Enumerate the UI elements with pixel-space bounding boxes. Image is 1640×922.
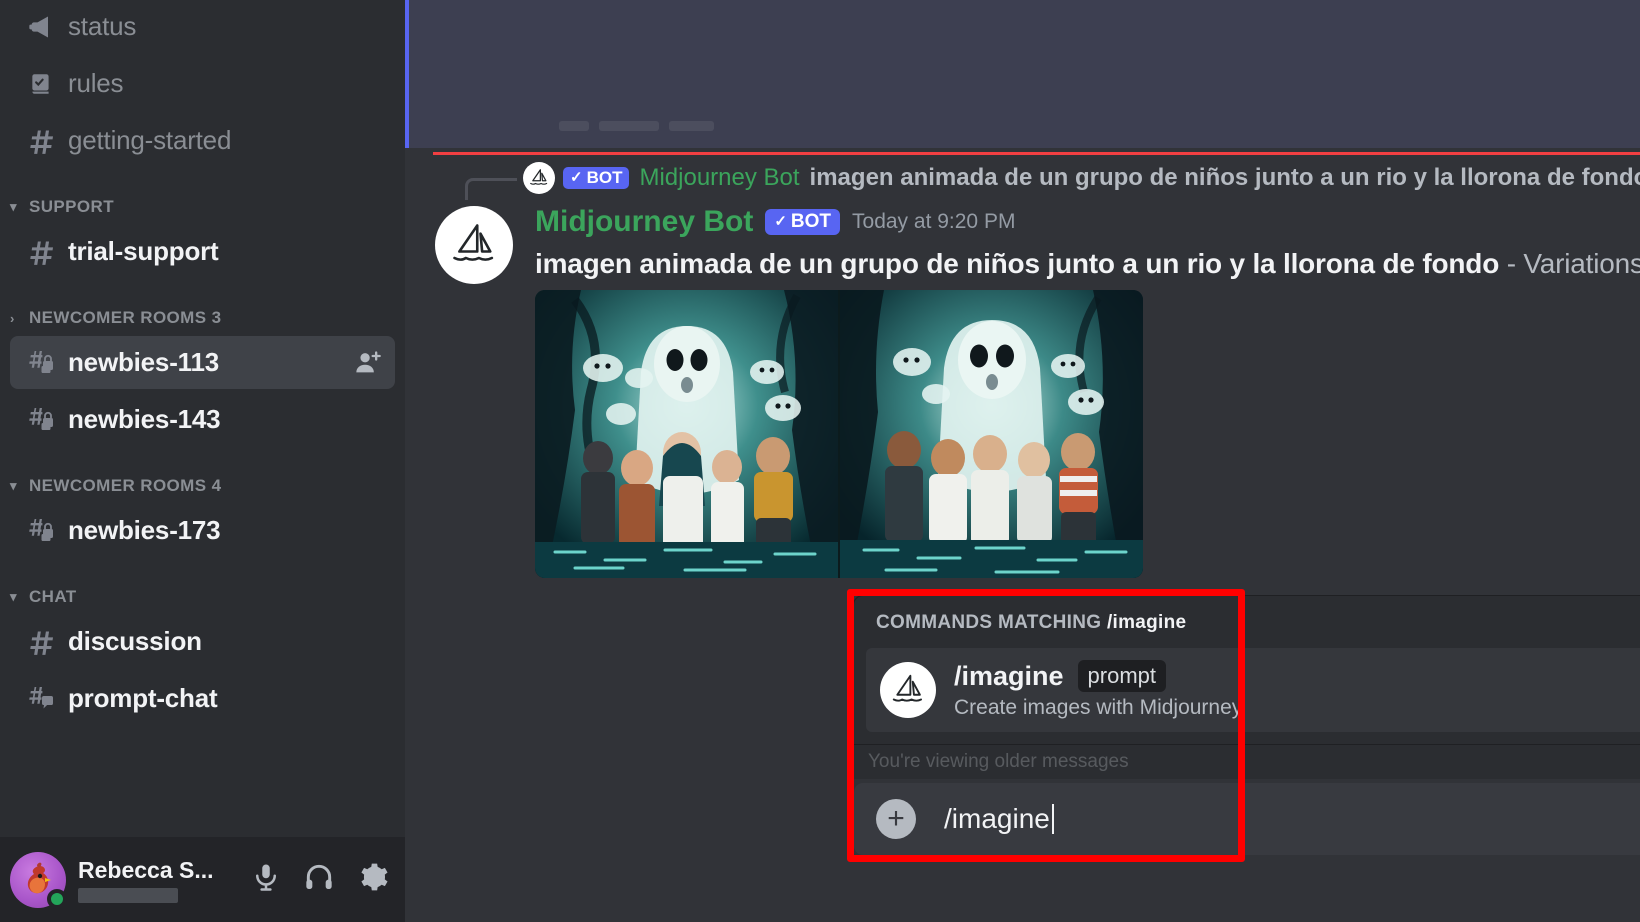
hash-icon: [24, 238, 58, 266]
hash-thread-icon: [24, 685, 58, 713]
username: Rebecca S...: [78, 856, 214, 883]
reply-author[interactable]: Midjourney Bot: [639, 164, 799, 192]
bot-badge: ✓ BOT: [765, 208, 841, 236]
rules-book-icon: [24, 71, 58, 97]
sidebar-item-newbies-143[interactable]: newbies-143: [10, 393, 395, 446]
sidebar-item-label: trial-support: [68, 236, 219, 266]
sidebar-item-label: newbies-113: [68, 347, 219, 377]
midjourney-sailboat-icon: [523, 162, 555, 194]
mention-highlight-message[interactable]: [405, 0, 1640, 148]
add-member-icon[interactable]: [353, 349, 383, 377]
chevron-down-icon: ▾: [10, 478, 17, 493]
sidebar-item-getting-started[interactable]: getting-started: [10, 114, 395, 167]
chat-area: ✓ BOT Midjourney Bot imagen animada de u…: [405, 0, 1640, 922]
category-label: NEWCOMER ROOMS 4: [29, 476, 222, 495]
viewing-older-messages-bar[interactable]: You're viewing older messages: [854, 745, 1640, 779]
microphone-icon[interactable]: [251, 862, 281, 897]
sidebar-item-newbies-173[interactable]: newbies-173: [10, 504, 395, 557]
sidebar-item-newbies-113[interactable]: newbies-113: [10, 336, 395, 389]
message-author[interactable]: Midjourney Bot: [535, 205, 753, 239]
message-input[interactable]: /imagine: [944, 803, 1054, 835]
message-input-value: /imagine: [944, 803, 1050, 834]
message-prompt: imagen animada de un grupo de niños junt…: [535, 248, 1500, 279]
sidebar-item-discussion[interactable]: discussion: [10, 615, 395, 668]
hash-lock-icon: [24, 349, 58, 377]
message-composer[interactable]: + /imagine: [854, 783, 1640, 855]
sidebar-item-label: rules: [68, 68, 124, 98]
sidebar-item-trial-support[interactable]: trial-support: [10, 225, 395, 278]
bot-badge-label: BOT: [790, 210, 832, 232]
category-support[interactable]: ▾ SUPPORT: [0, 171, 405, 225]
sidebar-item-label: newbies-143: [68, 404, 221, 434]
headphones-icon[interactable]: [303, 861, 335, 898]
reply-preview-text: imagen animada de un grupo de niños junt…: [809, 164, 1640, 191]
plus-icon[interactable]: +: [876, 799, 916, 839]
hash-icon: [24, 628, 58, 656]
hash-lock-icon: [24, 517, 58, 545]
new-messages-divider: [433, 152, 1640, 155]
command-description: Create images with Midjourney: [954, 696, 1243, 719]
message-text: imagen animada de un grupo de niños junt…: [535, 248, 1640, 280]
viewing-older-messages-label: You're viewing older messages: [868, 751, 1129, 772]
sidebar-item-prompt-chat[interactable]: prompt-chat: [10, 672, 395, 725]
category-label: CHAT: [29, 587, 77, 606]
verified-check-icon: ✓: [570, 168, 583, 186]
hash-icon: [24, 127, 58, 155]
user-panel: Rebecca S...: [0, 837, 405, 922]
command-popup-header-label: COMMANDS MATCHING: [876, 612, 1102, 633]
channel-sidebar: status rules getting-started ▾ SUPPORT t…: [0, 0, 405, 922]
hash-lock-icon: [24, 406, 58, 434]
avatar[interactable]: [10, 851, 67, 909]
discord-window: status rules getting-started ▾ SUPPORT t…: [0, 0, 1640, 922]
command-autocomplete-popup[interactable]: COMMANDS MATCHING /imagine /imagine prom…: [854, 596, 1640, 744]
status-indicator-online: [47, 888, 67, 909]
category-label: NEWCOMER ROOMS 3: [29, 308, 222, 327]
sidebar-item-rules[interactable]: rules: [10, 57, 395, 110]
user-tag-redacted: [78, 887, 178, 903]
command-popup-query: /imagine: [1106, 612, 1187, 633]
message-attachment-image[interactable]: [535, 290, 1143, 578]
bot-badge: ✓ BOT: [563, 166, 630, 190]
message-group: ✓ BOT Midjourney Bot imagen animada de u…: [405, 158, 1640, 578]
message: Midjourney Bot ✓ BOT Today at 9:20 PM im…: [405, 204, 1640, 578]
sidebar-item-label: discussion: [68, 626, 202, 656]
sidebar-item-label: getting-started: [68, 125, 232, 155]
user-info[interactable]: Rebecca S...: [78, 857, 251, 903]
sidebar-item-label: prompt-chat: [68, 683, 218, 713]
chevron-down-icon: ▾: [10, 589, 17, 604]
text-caret: [1051, 804, 1054, 834]
midjourney-sailboat-icon: [880, 662, 936, 718]
bot-badge-label: BOT: [586, 167, 623, 187]
command-popup-header: COMMANDS MATCHING /imagine: [854, 612, 1640, 648]
category-newcomer-rooms-4[interactable]: ▾ NEWCOMER ROOMS 4: [0, 450, 405, 504]
sidebar-item-label: status: [68, 11, 137, 41]
message-timestamp: Today at 9:20 PM: [852, 210, 1016, 233]
chevron-down-icon: ▾: [10, 199, 17, 214]
verified-check-icon: ✓: [774, 212, 787, 230]
category-newcomer-rooms-3[interactable]: › NEWCOMER ROOMS 3: [0, 282, 405, 336]
command-option-badge: prompt: [1077, 660, 1167, 692]
sidebar-item-label: newbies-173: [68, 515, 221, 545]
command-name: /imagine: [954, 660, 1064, 691]
chevron-right-icon: ›: [10, 310, 15, 326]
composer-bottom-padding: [405, 860, 1640, 922]
sidebar-item-status[interactable]: status: [10, 0, 395, 53]
category-chat[interactable]: ▾ CHAT: [0, 561, 405, 615]
announcement-icon: [24, 13, 58, 41]
message-suffix: - Variations by: [1506, 248, 1640, 279]
category-label: SUPPORT: [29, 197, 114, 216]
command-option-imagine[interactable]: /imagine prompt Create images with Midjo…: [866, 648, 1640, 732]
reply-reference[interactable]: ✓ BOT Midjourney Bot imagen animada de u…: [405, 158, 1640, 200]
settings-gear-icon[interactable]: [357, 861, 389, 898]
message-avatar[interactable]: [435, 206, 513, 284]
channel-list[interactable]: status rules getting-started ▾ SUPPORT t…: [0, 0, 405, 837]
reply-spine: [465, 178, 517, 200]
truncated-message-preview: [559, 118, 1120, 136]
